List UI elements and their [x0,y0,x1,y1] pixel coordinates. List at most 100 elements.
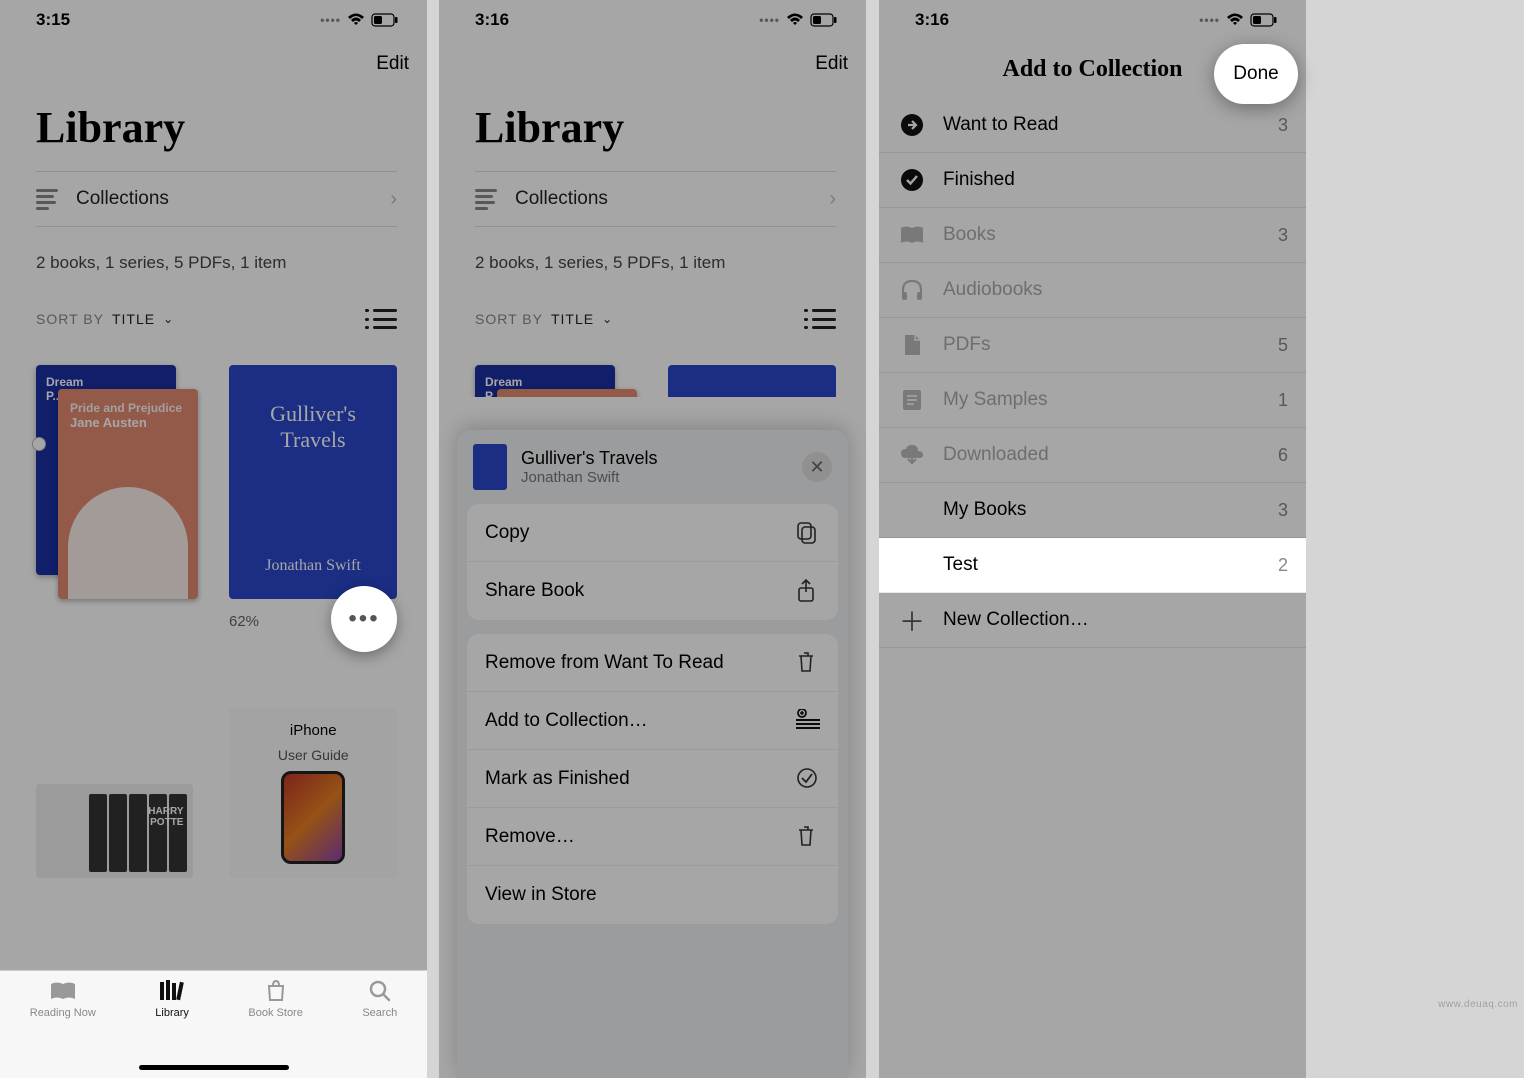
chevron-down-icon: ⌄ [163,312,174,326]
collection-books: Books 3 [879,208,1306,263]
action-sheet: Gulliver's Travels Jonathan Swift ✕ Copy… [457,430,848,1078]
tab-label: Search [362,1007,397,1019]
book-gullivers[interactable] [668,365,836,397]
watermark: www.deuaq.com [1438,999,1518,1010]
collection-label: Finished [943,169,1015,191]
collections-row[interactable]: Collections › [36,171,397,227]
series-dot-icon [32,437,46,451]
collection-test[interactable]: Test 2 [879,538,1306,593]
sheet-title: Gulliver's Travels [521,448,788,469]
sheet-author: Jonathan Swift [521,469,788,486]
note-icon [899,388,925,412]
collections-label: Collections [76,188,169,210]
tab-reading-now[interactable]: Reading Now [30,979,96,1078]
sheet-book-thumb [473,444,507,490]
collection-my-samples: My Samples 1 [879,373,1306,428]
collection-label: Want to Read [943,114,1058,136]
more-button[interactable]: ••• [331,586,397,652]
copy-icon [796,521,820,545]
cellular-dots-icon: •••• [1199,13,1220,27]
collection-want-to-read[interactable]: Want to Read 3 [879,98,1306,153]
search-icon [366,979,394,1003]
books-grid: Dream P... Pride and Prejudice Jane Aust… [0,337,427,630]
library-summary: 2 books, 1 series, 5 PDFs, 1 item [0,235,427,291]
wifi-icon [786,13,804,27]
books-grid-row-2: HARRY POTTE iPhone User Guide [0,630,427,878]
collections-label: Collections [515,188,608,210]
list-view-icon[interactable] [373,309,397,329]
sort-row[interactable]: SORT BY TITLE ⌄ [0,291,427,337]
status-time: 3:15 [36,10,70,30]
action-copy[interactable]: Copy [467,504,838,562]
page-title: Add to Collection [1003,56,1183,83]
collection-count: 3 [1278,115,1288,136]
action-label: Copy [485,522,529,544]
collection-count: 1 [1278,390,1288,411]
action-mark-finished[interactable]: Mark as Finished [467,750,838,808]
phone-screenshot-3: 3:16 •••• Add to Collection Done Want to… [879,0,1306,1078]
collections-row[interactable]: Collections › [475,171,836,227]
wifi-icon [1226,13,1244,27]
status-bar: 3:16 •••• [879,0,1306,40]
done-label: Done [1233,63,1278,85]
battery-icon [1250,13,1278,27]
tab-label: Book Store [248,1007,302,1019]
book-series-stack[interactable]: Dream P... [475,365,632,397]
action-add-to-collection[interactable]: Add to Collection… [467,692,838,750]
checkmark-circle-icon [796,767,820,791]
book-iphone-guide[interactable]: iPhone User Guide [229,708,397,878]
cloud-download-icon [899,445,925,465]
boxset-label: HARRY POTTE [148,806,183,828]
edit-button[interactable]: Edit [376,53,409,75]
book-harry-potter-boxset[interactable]: HARRY POTTE [36,784,193,878]
battery-icon [371,13,399,27]
book-front-title: Pride and Prejudice [70,401,186,415]
book-front-author: Jane Austen [70,415,186,430]
sort-value: TITLE [112,311,155,327]
action-view-in-store[interactable]: View in Store [467,866,838,924]
sort-by-label: SORT BY [36,311,104,327]
action-label: Remove… [485,826,575,848]
collection-label: New Collection… [943,609,1089,631]
edit-button[interactable]: Edit [815,53,848,75]
chevron-right-icon: › [390,188,397,211]
home-indicator[interactable] [139,1065,289,1070]
action-share[interactable]: Share Book [467,562,838,620]
document-icon [899,333,925,357]
battery-icon [810,13,838,27]
nav-bar: Edit [0,40,427,88]
library-summary: 2 books, 1 series, 5 PDFs, 1 item [439,235,866,291]
close-icon: ✕ [809,457,824,478]
collection-my-books[interactable]: My Books 3 [879,483,1306,538]
collection-label: PDFs [943,334,991,356]
tab-library[interactable]: Library [155,979,189,1078]
collection-pdfs: PDFs 5 [879,318,1306,373]
done-button[interactable]: Done [1214,44,1298,104]
collection-label: My Samples [943,389,1048,411]
cellular-dots-icon: •••• [320,13,341,27]
tab-book-store[interactable]: Book Store [248,979,302,1078]
sort-by-label: SORT BY [475,311,543,327]
collection-count: 2 [1278,555,1288,576]
tab-search[interactable]: Search [362,979,397,1078]
close-button[interactable]: ✕ [802,452,832,482]
book-open-icon [49,979,77,1003]
page-title: Library [0,88,427,163]
book2-author: Jonathan Swift [265,557,361,575]
plus-icon: ＋ [899,602,925,639]
headphones-icon [899,279,925,301]
list-view-icon[interactable] [812,309,836,329]
action-remove[interactable]: Remove… [467,808,838,866]
phone-screenshot-2: 3:16 •••• Edit Library Collections › 2 b… [439,0,866,1078]
bag-icon [796,883,820,907]
book-series-stack[interactable]: Dream P... Pride and Prejudice Jane Aust… [36,365,193,599]
book2-title: Gulliver's Travels [243,401,383,454]
book-gullivers[interactable]: Gulliver's Travels Jonathan Swift 62% ••… [229,365,397,630]
book-icon [899,225,925,245]
book-cover: Gulliver's Travels Jonathan Swift [229,365,397,599]
sort-row[interactable]: SORT BY TITLE ⌄ [439,291,866,337]
new-collection-row[interactable]: ＋ New Collection… [879,593,1306,648]
collection-finished[interactable]: Finished [879,153,1306,208]
action-remove-want[interactable]: Remove from Want To Read [467,634,838,692]
collections-icon [475,189,497,210]
